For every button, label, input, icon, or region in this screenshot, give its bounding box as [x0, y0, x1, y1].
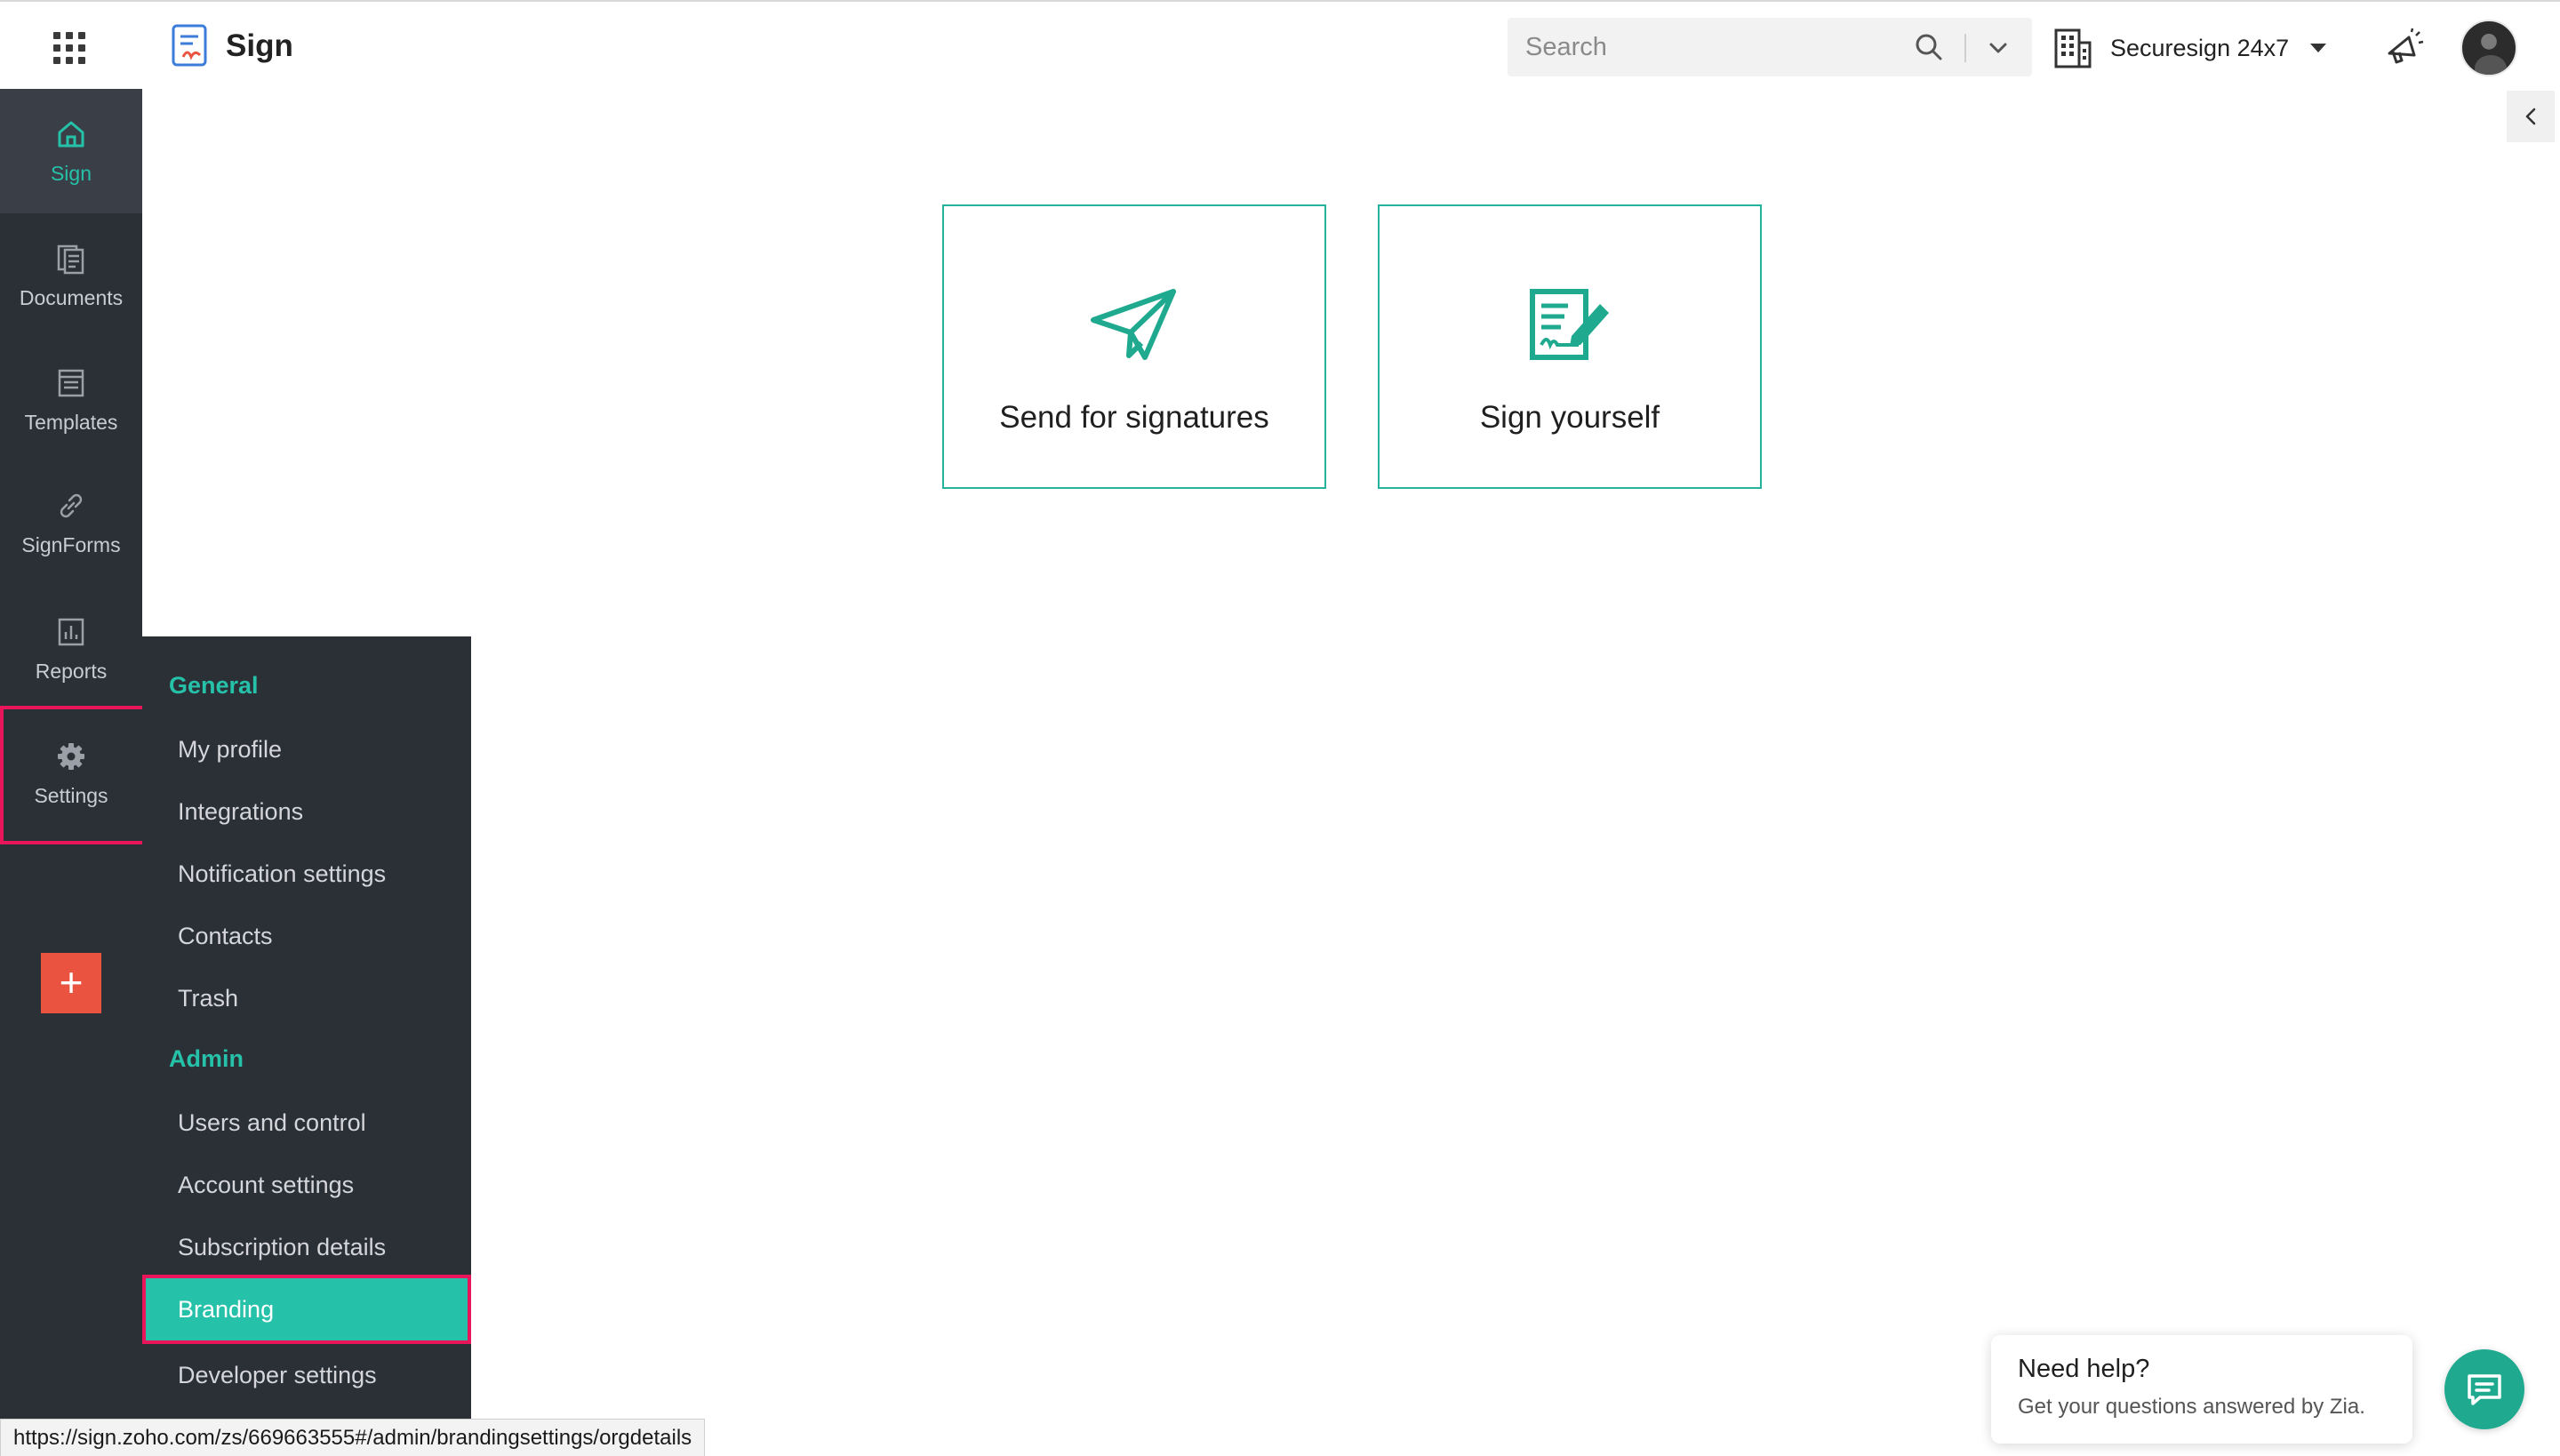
home-icon — [58, 121, 84, 147]
sign-document-icon — [1530, 289, 1609, 360]
settings-highlight — [0, 706, 148, 844]
app-name: Sign — [226, 28, 293, 63]
reports-icon — [58, 618, 84, 645]
menu-item-my-profile[interactable]: My profile — [142, 718, 471, 780]
chat-icon — [2468, 1374, 2501, 1405]
menu-item-subscription-details[interactable]: Subscription details — [142, 1216, 471, 1278]
chevron-left-icon — [2525, 108, 2536, 125]
nav-item-reports[interactable]: Reports — [0, 587, 142, 711]
menu-item-developer-settings[interactable]: Developer settings — [142, 1344, 471, 1406]
org-name: Securesign 24x7 — [2110, 34, 2290, 61]
building-icon — [2054, 28, 2092, 68]
sign-yourself-card[interactable]: Sign yourself — [1378, 204, 1762, 489]
paper-plane-icon — [1091, 289, 1176, 360]
section-heading-admin: Admin — [169, 1045, 244, 1072]
nav-label: Sign — [50, 161, 92, 185]
menu-item-branding[interactable]: Branding — [142, 1275, 471, 1344]
nav-label: SignForms — [21, 532, 121, 556]
menu-item-notification-settings[interactable]: Notification settings — [142, 843, 471, 905]
link-icon — [60, 493, 83, 517]
search-input[interactable] — [1525, 27, 1881, 68]
card-label: Send for signatures — [999, 400, 1269, 435]
add-button[interactable]: + — [41, 953, 101, 1013]
nav-item-signforms[interactable]: SignForms — [0, 460, 142, 585]
settings-menu: General My profile Integrations Notifica… — [142, 636, 471, 1456]
apps-grid-icon[interactable] — [53, 32, 85, 64]
nav-item-templates[interactable]: Templates — [0, 338, 142, 462]
top-bar: Sign Securesign 24x7 — [0, 0, 2560, 89]
help-subtitle: Get your questions answered by Zia. — [2018, 1395, 2365, 1419]
section-heading-general: General — [169, 672, 259, 699]
caret-down-icon — [2310, 44, 2327, 52]
nav-label: Templates — [24, 410, 118, 434]
search-box — [1508, 18, 2032, 76]
nav-label: Reports — [35, 659, 108, 683]
sign-logo-icon — [172, 24, 207, 67]
menu-item-integrations[interactable]: Integrations — [142, 780, 471, 843]
app-brand[interactable]: Sign — [171, 21, 293, 71]
avatar[interactable] — [2460, 20, 2517, 76]
card-label: Sign yourself — [1479, 400, 1660, 435]
send-for-signatures-card[interactable]: Send for signatures — [942, 204, 1326, 489]
collapse-panel-button[interactable] — [2507, 91, 2555, 142]
org-switcher[interactable]: Securesign 24x7 — [2053, 23, 2327, 73]
search-divider — [1964, 34, 1966, 62]
menu-item-users-and-control[interactable]: Users and control — [142, 1092, 471, 1154]
nav-label: Documents — [19, 285, 124, 309]
search-icon[interactable] — [1913, 31, 1945, 63]
help-widget[interactable]: Need help? Get your questions answered b… — [1991, 1335, 2412, 1444]
nav-item-documents[interactable]: Documents — [0, 213, 142, 338]
nav-item-sign[interactable]: Sign — [0, 89, 142, 213]
menu-item-account-settings[interactable]: Account settings — [142, 1154, 471, 1216]
chat-button[interactable] — [2444, 1349, 2524, 1429]
templates-icon — [58, 369, 84, 396]
menu-item-trash[interactable]: Trash — [142, 967, 471, 1029]
status-bar-url: https://sign.zoho.com/zs/669663555#/admi… — [0, 1419, 706, 1456]
help-title: Need help? — [2018, 1355, 2150, 1383]
documents-icon — [57, 244, 84, 274]
menu-item-contacts[interactable]: Contacts — [142, 905, 471, 967]
megaphone-icon[interactable] — [2382, 27, 2425, 69]
chevron-down-icon[interactable] — [1984, 34, 2012, 62]
